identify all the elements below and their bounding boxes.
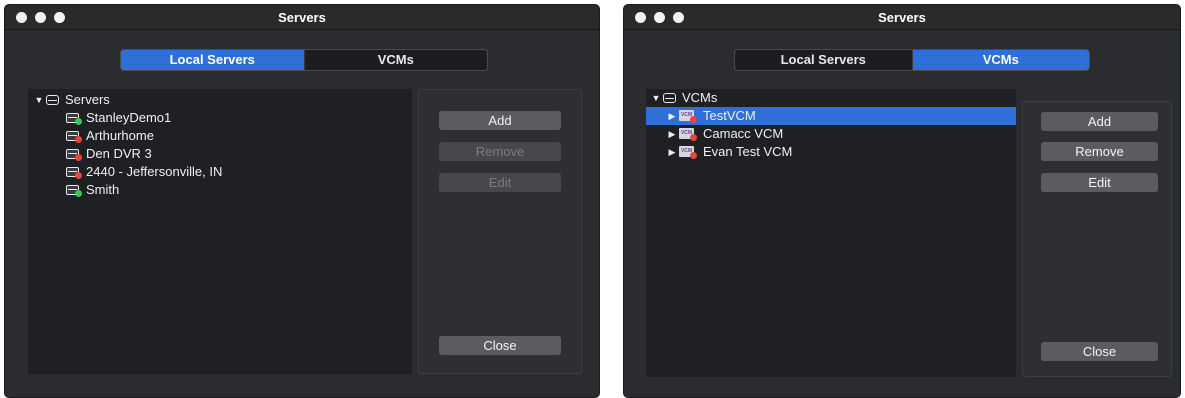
tab-local-servers[interactable]: Local Servers bbox=[121, 50, 304, 70]
window-title: Servers bbox=[878, 10, 926, 25]
tree-root-servers[interactable]: ▼ Servers bbox=[28, 91, 412, 109]
vcm-label: Evan Test VCM bbox=[703, 144, 793, 159]
disclosure-collapsed-icon[interactable]: ▶ bbox=[665, 107, 679, 125]
add-button[interactable]: Add bbox=[439, 111, 561, 130]
tree-item-vcm[interactable]: ▶ VCM TestVCM bbox=[646, 107, 1016, 125]
server-label: Den DVR 3 bbox=[86, 146, 152, 161]
server-label: Smith bbox=[86, 182, 120, 197]
tree-item-server[interactable]: Arthurhome bbox=[28, 127, 412, 145]
drive-icon bbox=[46, 95, 59, 105]
server-label: StanleyDemo1 bbox=[86, 110, 172, 125]
server-offline-icon bbox=[66, 166, 82, 179]
vcm-label: TestVCM bbox=[703, 108, 756, 123]
edit-button[interactable]: Edit bbox=[1041, 173, 1158, 192]
tree-item-server[interactable]: 2440 - Jeffersonville, IN bbox=[28, 163, 412, 181]
server-online-icon bbox=[66, 184, 82, 197]
vcm-icon: VCM bbox=[679, 128, 697, 141]
tree-root-vcms[interactable]: ▼ VCMs bbox=[646, 89, 1016, 107]
disclosure-expanded-icon[interactable]: ▼ bbox=[649, 89, 663, 107]
close-button[interactable]: Close bbox=[1041, 342, 1158, 361]
tree-root-label: Servers bbox=[65, 92, 110, 107]
remove-button[interactable]: Remove bbox=[1041, 142, 1158, 161]
vcm-icon: VCM bbox=[679, 110, 697, 123]
server-tree[interactable]: ▼ Servers StanleyDemo1 Arthurhome Den DV… bbox=[28, 89, 412, 374]
tree-item-server[interactable]: Smith bbox=[28, 181, 412, 199]
vcm-label: Camacc VCM bbox=[703, 126, 784, 141]
disclosure-expanded-icon[interactable]: ▼ bbox=[32, 91, 46, 109]
close-button[interactable]: Close bbox=[439, 336, 561, 355]
drive-icon bbox=[663, 93, 676, 103]
tab-vcms[interactable]: VCMs bbox=[911, 50, 1089, 70]
remove-button[interactable]: Remove bbox=[439, 142, 561, 161]
action-button-panel: Add Remove Edit Close bbox=[418, 89, 582, 374]
add-button[interactable]: Add bbox=[1041, 112, 1158, 131]
tree-item-vcm[interactable]: ▶ VCM Evan Test VCM bbox=[646, 143, 1016, 161]
server-type-segmented-control: Local Servers VCMs bbox=[120, 49, 488, 71]
server-online-icon bbox=[66, 112, 82, 125]
tree-item-server[interactable]: Den DVR 3 bbox=[28, 145, 412, 163]
disclosure-collapsed-icon[interactable]: ▶ bbox=[665, 125, 679, 143]
window-title: Servers bbox=[278, 10, 326, 25]
titlebar: Servers bbox=[5, 5, 599, 30]
server-label: Arthurhome bbox=[86, 128, 154, 143]
titlebar: Servers bbox=[624, 5, 1180, 30]
server-type-segmented-control: Local Servers VCMs bbox=[734, 49, 1090, 71]
tab-vcms[interactable]: VCMs bbox=[303, 50, 488, 70]
server-offline-icon bbox=[66, 130, 82, 143]
servers-window-local: Servers Local Servers VCMs ▼ Servers Sta… bbox=[4, 4, 600, 398]
disclosure-collapsed-icon[interactable]: ▶ bbox=[665, 143, 679, 161]
server-label: 2440 - Jeffersonville, IN bbox=[86, 164, 223, 179]
vcm-icon: VCM bbox=[679, 146, 697, 159]
vcm-tree[interactable]: ▼ VCMs ▶ VCM TestVCM ▶ VCM Camacc VCM ▶ … bbox=[646, 89, 1016, 377]
tree-item-vcm[interactable]: ▶ VCM Camacc VCM bbox=[646, 125, 1016, 143]
servers-window-vcms: Servers Local Servers VCMs ▼ VCMs ▶ VCM … bbox=[623, 4, 1181, 398]
tab-local-servers[interactable]: Local Servers bbox=[735, 50, 912, 70]
server-offline-icon bbox=[66, 148, 82, 161]
edit-button[interactable]: Edit bbox=[439, 173, 561, 192]
action-button-panel: Add Remove Edit Close bbox=[1022, 101, 1172, 377]
tree-root-label: VCMs bbox=[682, 90, 718, 105]
tree-item-server[interactable]: StanleyDemo1 bbox=[28, 109, 412, 127]
